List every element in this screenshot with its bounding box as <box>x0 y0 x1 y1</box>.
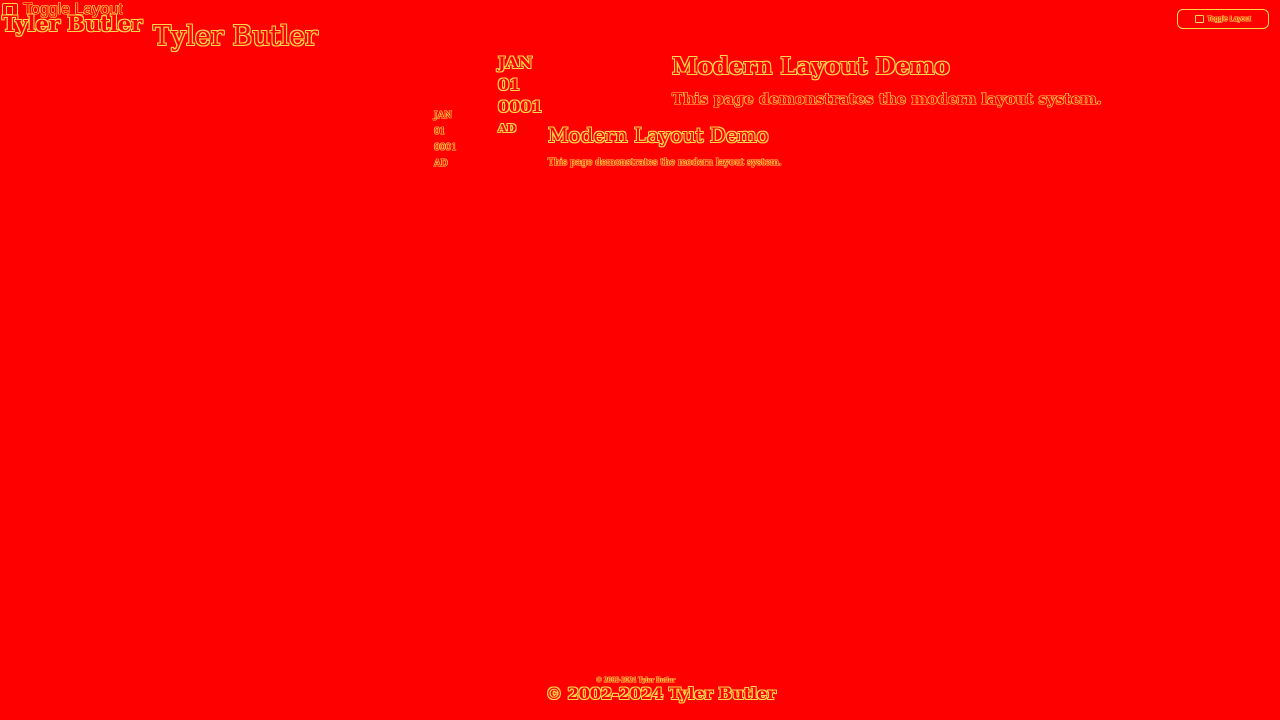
site-name-link[interactable]: Tyler Butler <box>2 11 142 36</box>
date-year-small: 0001 <box>434 143 457 153</box>
footer-copyright: © 2002-2024 Tyler Butler <box>546 684 776 703</box>
footer-copyright-small: © 2002-2024 Tyler Butler <box>596 677 676 684</box>
layout-toggle-icon <box>1195 15 1205 23</box>
date-era-small: AD <box>434 159 448 169</box>
post-description: This page demonstrates the modern layout… <box>672 90 1102 108</box>
post-date-small: JAN 01 0001 AD <box>434 108 457 172</box>
toggle-layout-button-right[interactable]: Toggle Layout <box>1177 9 1269 29</box>
date-day-small: 01 <box>434 127 446 137</box>
toggle-layout-right-label: Toggle Layout <box>1207 15 1251 23</box>
date-era: AD <box>498 122 517 135</box>
date-month: JAN <box>498 53 533 72</box>
post-title[interactable]: Modern Layout Demo <box>672 53 950 80</box>
date-year: 0001 <box>498 97 543 116</box>
date-month-small: JAN <box>434 111 452 121</box>
site-title[interactable]: Tyler Butler <box>153 21 318 52</box>
post-title-secondary[interactable]: Modern Layout Demo <box>548 123 769 147</box>
date-day: 01 <box>498 75 521 94</box>
post-date: JAN 01 0001 AD <box>498 52 543 140</box>
post-description-secondary: This page demonstrates the modern layout… <box>548 158 782 168</box>
